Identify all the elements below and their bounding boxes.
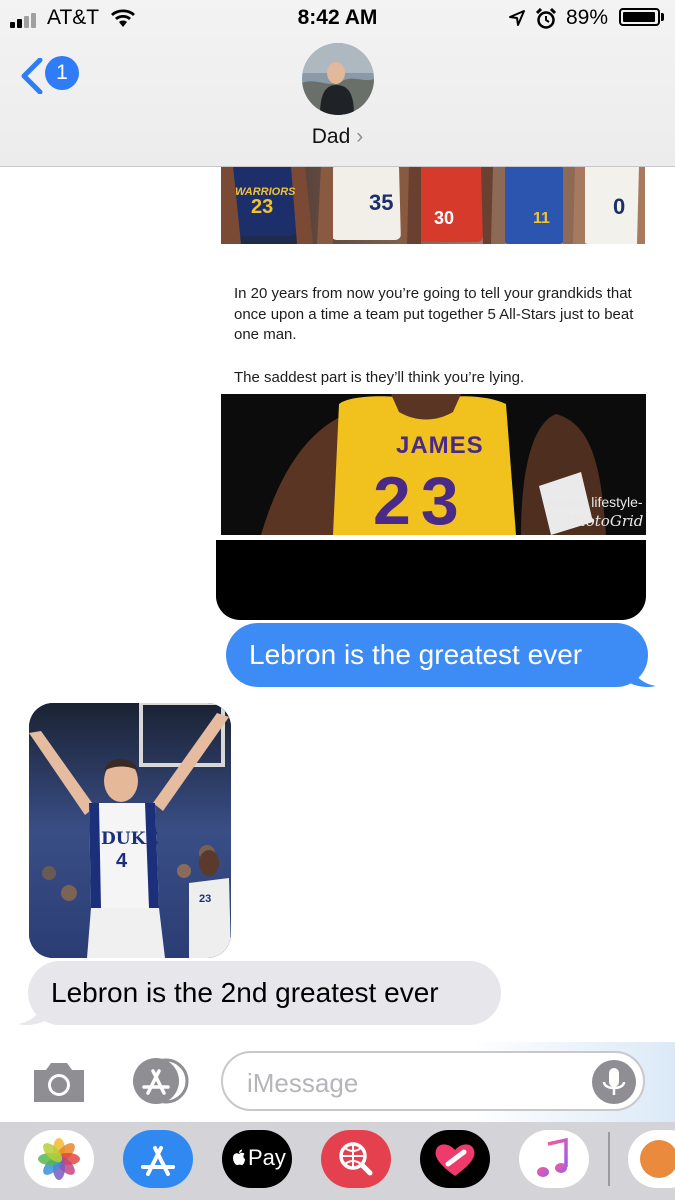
web-search-app-button[interactable] [321,1130,391,1188]
music-icon [537,1137,568,1177]
jersey-number: 23 [373,463,469,535]
conversation-header: AT&T 8:42 AM 89% 1 Dad › [0,0,675,167]
message-input[interactable] [245,1065,589,1101]
contact-name-label: Dad [311,125,351,148]
jersey-number-2: 35 [369,190,394,215]
digital-touch-app-button[interactable] [420,1130,490,1188]
apple-pay-app-button[interactable]: Pay [222,1130,292,1188]
camera-icon[interactable] [30,1060,88,1104]
apple-pay-label: Pay [248,1145,286,1170]
app-icon [640,1140,675,1178]
battery-cap [661,13,664,21]
post-text-1: In 20 years from now you’re going to tel… [234,285,634,343]
contact-name[interactable]: Dad › [0,125,675,149]
jersey-number-1: 23 [251,196,274,218]
message-input-bar [0,1042,675,1122]
sent-message-text: Lebron is the greatest ever [249,639,583,670]
jersey-number-3: 30 [434,208,455,228]
watermark-text: -kwaku lifestyle- [543,494,643,510]
battery-icon [619,8,660,26]
shared-post-card[interactable]: In 20 years from now you’re going to tel… [221,244,645,394]
drawer-divider [608,1132,610,1186]
watermark-text-2: PhotoGrid [566,512,644,530]
web-search-icon [339,1142,373,1176]
app-store-app-button[interactable] [123,1130,193,1188]
microphone-button[interactable] [592,1060,636,1104]
back-chevron-icon[interactable] [18,58,46,94]
post-text-2: The saddest part is they’ll think you’re… [234,369,525,386]
photo-jersey-number: 4 [116,850,128,872]
photos-app-button[interactable] [24,1130,94,1188]
contact-avatar[interactable] [302,43,374,115]
received-bubble-tail [18,1000,46,1025]
app-store-icon[interactable] [126,1057,192,1105]
received-message-text: Lebron is the 2nd greatest ever [51,977,439,1008]
battery-percent: 89% [566,6,609,29]
media-bubble-bottom [216,540,646,620]
unread-count-badge[interactable]: 1 [45,56,79,90]
music-app-button[interactable] [519,1130,589,1188]
apple-pay-icon [233,1149,245,1166]
received-message-bubble[interactable]: Lebron is the 2nd greatest ever [28,961,501,1025]
photo-background-number: 23 [199,893,212,905]
photos-icon [38,1138,80,1180]
app-store-icon [141,1146,175,1176]
microphone-icon [602,1068,626,1095]
received-photo[interactable]: DUKE 4 23 [29,703,231,958]
location-arrow-icon [509,10,525,26]
jersey-number-4: 11 [533,210,550,227]
lebron-jersey-image[interactable]: JAMES 23 -kwaku lifestyle- PhotoGrid [221,394,646,535]
app-drawer: Pay [0,1122,675,1200]
status-bar: AT&T 8:42 AM 89% [0,0,675,38]
jersey-number-5: 0 [613,194,626,219]
warriors-image[interactable]: WARRIORS 23 35 30 11 0 [221,166,645,244]
photo-jersey-team: DUKE [101,829,159,849]
imessage-field[interactable] [221,1051,645,1111]
more-app-button[interactable] [628,1130,675,1188]
alarm-icon [535,8,557,29]
sent-message-bubble[interactable]: Lebron is the greatest ever [226,623,648,687]
digital-touch-icon [435,1144,475,1176]
sent-bubble-tail [628,662,656,687]
jersey-name: JAMES [396,432,484,459]
chevron-right-icon: › [356,125,364,148]
